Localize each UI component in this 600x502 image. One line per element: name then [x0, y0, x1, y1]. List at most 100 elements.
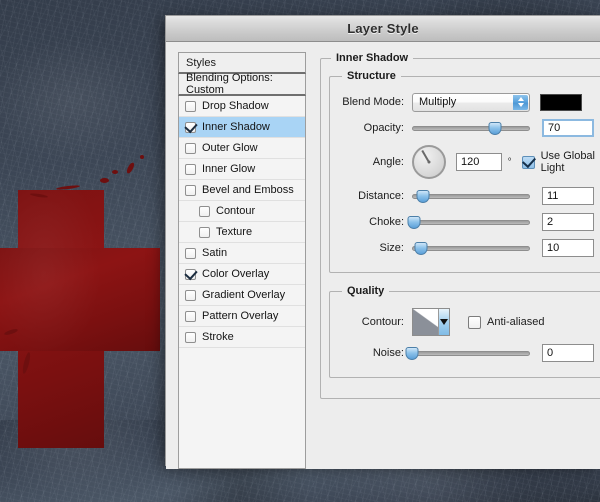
style-enable-checkbox[interactable]	[199, 206, 210, 217]
angle-unit: °	[508, 157, 512, 168]
styles-header-label: Styles	[186, 57, 216, 69]
style-list-item-label: Inner Shadow	[202, 121, 270, 133]
opacity-slider-knob[interactable]	[488, 122, 501, 135]
blend-mode-row: Blend Mode: Multiply	[340, 90, 600, 114]
distance-row: Distance: 11 px	[340, 184, 600, 208]
style-list-item[interactable]: Inner Glow	[179, 159, 305, 180]
style-list-item[interactable]: Contour	[179, 201, 305, 222]
noise-slider[interactable]	[412, 344, 530, 363]
opacity-slider[interactable]	[412, 119, 530, 138]
dialog-titlebar[interactable]: Layer Style	[166, 16, 600, 42]
style-list-item-label: Color Overlay	[202, 268, 269, 280]
styles-panel-header: Styles	[178, 52, 306, 74]
style-enable-checkbox[interactable]	[185, 290, 196, 301]
anti-aliased-checkbox[interactable]	[468, 316, 481, 329]
style-enable-checkbox[interactable]	[185, 164, 196, 175]
style-list-item-label: Drop Shadow	[202, 100, 269, 112]
paint-splatter-2	[112, 170, 118, 174]
style-enable-checkbox[interactable]	[185, 269, 196, 280]
blend-mode-select[interactable]: Multiply	[412, 93, 530, 112]
use-global-light-label: Use Global Light	[541, 150, 600, 174]
style-list-item-label: Satin	[202, 247, 227, 259]
dialog-body: Styles Blending Options: Custom Drop Sha…	[166, 42, 600, 469]
distance-label: Distance:	[340, 190, 412, 202]
style-enable-checkbox[interactable]	[185, 332, 196, 343]
size-label: Size:	[340, 242, 412, 254]
style-list-item[interactable]: Stroke	[179, 327, 305, 348]
contour-dropdown-arrow[interactable]	[438, 309, 449, 335]
dialog-title: Layer Style	[347, 21, 419, 36]
choke-row: Choke: 2 %	[340, 210, 600, 234]
style-list-item-label: Bevel and Emboss	[202, 184, 294, 196]
style-enable-checkbox[interactable]	[185, 122, 196, 133]
size-row: Size: 10 px	[340, 236, 600, 260]
use-global-light-checkbox[interactable]	[522, 156, 535, 169]
blend-mode-label: Blend Mode:	[340, 96, 412, 108]
angle-dial[interactable]	[412, 145, 446, 179]
style-enable-checkbox[interactable]	[199, 227, 210, 238]
size-slider[interactable]	[412, 239, 530, 258]
size-value: 10	[547, 242, 559, 254]
contour-preset-picker[interactable]	[412, 308, 450, 336]
opacity-label: Opacity:	[340, 122, 412, 134]
noise-slider-knob[interactable]	[406, 347, 419, 360]
choke-input[interactable]: 2	[542, 213, 594, 231]
choke-slider-track	[412, 220, 530, 225]
distance-input[interactable]: 11	[542, 187, 594, 205]
style-list-item[interactable]: Outer Glow	[179, 138, 305, 159]
choke-slider-knob[interactable]	[408, 216, 421, 229]
paint-splatter-4	[140, 155, 144, 159]
style-effects-list[interactable]: Drop Shadow Inner Shadow Outer Glow Inner G…	[178, 96, 306, 469]
size-slider-knob[interactable]	[415, 242, 428, 255]
blend-mode-value: Multiply	[419, 96, 456, 108]
distance-slider-knob[interactable]	[416, 190, 429, 203]
style-list-item[interactable]: Inner Shadow	[179, 117, 305, 138]
distance-slider-track	[412, 194, 530, 199]
style-list-item[interactable]: Color Overlay	[179, 264, 305, 285]
angle-dial-hub	[428, 161, 431, 164]
distance-slider[interactable]	[412, 187, 530, 206]
contour-label: Contour:	[340, 316, 412, 328]
structure-legend: Structure	[342, 70, 401, 82]
style-list-item[interactable]: Pattern Overlay	[179, 306, 305, 327]
style-list-item[interactable]: Drop Shadow	[179, 96, 305, 117]
noise-label: Noise:	[340, 347, 412, 359]
shadow-color-swatch[interactable]	[540, 94, 582, 111]
style-list-item[interactable]: Gradient Overlay	[179, 285, 305, 306]
inner-shadow-group: Inner Shadow Structure Blend Mode: Multi…	[320, 52, 600, 399]
style-list-item-label: Contour	[216, 205, 255, 217]
opacity-input[interactable]: 70	[542, 119, 594, 137]
styles-column: Styles Blending Options: Custom Drop Sha…	[178, 52, 306, 469]
angle-row: Angle: 120 ° Use Global Light	[340, 142, 600, 182]
noise-input[interactable]: 0	[542, 344, 594, 362]
effect-settings-column: Inner Shadow Structure Blend Mode: Multi…	[320, 52, 600, 469]
style-enable-checkbox[interactable]	[185, 311, 196, 322]
quality-legend: Quality	[342, 285, 389, 297]
angle-value: 120	[461, 156, 479, 168]
style-enable-checkbox[interactable]	[185, 248, 196, 259]
blending-options-label: Blending Options: Custom	[186, 72, 305, 96]
style-list-item-label: Pattern Overlay	[202, 310, 278, 322]
style-enable-checkbox[interactable]	[185, 143, 196, 154]
choke-slider[interactable]	[412, 213, 530, 232]
size-input[interactable]: 10	[542, 239, 594, 257]
size-slider-track	[412, 246, 530, 251]
style-list-item[interactable]: Texture	[179, 222, 305, 243]
opacity-value: 70	[548, 122, 560, 134]
style-list-item[interactable]: Bevel and Emboss	[179, 180, 305, 201]
quality-group: Quality Contour: Anti-aliased Noise:	[329, 285, 600, 378]
style-enable-checkbox[interactable]	[185, 185, 196, 196]
style-list-item[interactable]: Satin	[179, 243, 305, 264]
layer-style-dialog: Layer Style Styles Blending Options: Cus…	[165, 15, 600, 466]
distance-value: 11	[547, 190, 558, 202]
anti-aliased-label: Anti-aliased	[487, 316, 544, 328]
chevron-updown-icon[interactable]	[513, 95, 528, 110]
noise-row: Noise: 0 %	[340, 341, 600, 365]
blending-options-row[interactable]: Blending Options: Custom	[178, 74, 306, 96]
angle-input[interactable]: 120	[456, 153, 502, 171]
noise-slider-track	[412, 351, 530, 356]
style-enable-checkbox[interactable]	[185, 101, 196, 112]
style-list-item-label: Outer Glow	[202, 142, 258, 154]
paint-splatter-1	[100, 178, 109, 183]
choke-value: 2	[547, 216, 553, 228]
